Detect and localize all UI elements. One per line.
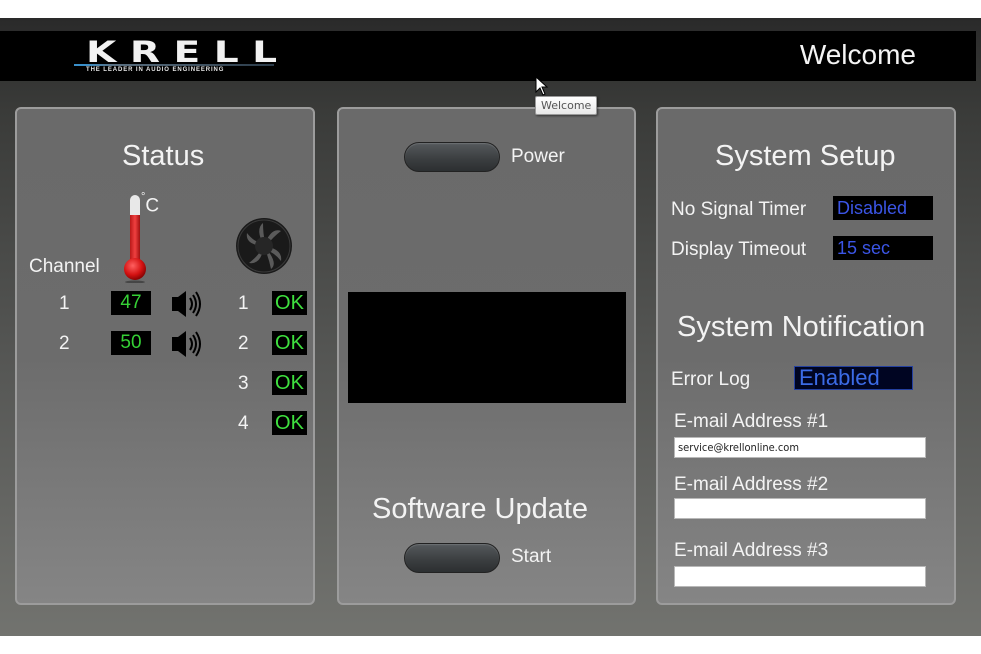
mouse-cursor-icon <box>535 76 549 96</box>
power-label: Power <box>511 146 565 167</box>
fan-status: OK <box>272 291 307 315</box>
email-2-label: E-mail Address #2 <box>674 474 829 495</box>
temperature-unit: °C <box>141 191 160 217</box>
channel-number: 2 <box>59 333 70 354</box>
email-1-input[interactable] <box>674 437 926 458</box>
no-signal-timer-select[interactable]: Disabled <box>833 196 933 220</box>
header-bar: KRELL THE LEADER IN AUDIO ENGINEERING We… <box>0 31 976 81</box>
system-setup-title: System Setup <box>715 140 896 172</box>
channel-number: 1 <box>59 293 70 314</box>
speaker-icon <box>172 291 201 317</box>
system-notification-title: System Notification <box>677 311 926 343</box>
page-title: Welcome <box>799 39 916 70</box>
control-panel: Power Software Update Start <box>337 107 636 605</box>
display-timeout-label: Display Timeout <box>671 239 807 260</box>
system-panel: System Setup No Signal Timer Disabled Di… <box>656 107 956 605</box>
status-title: Status <box>122 140 205 172</box>
error-log-select[interactable]: Enabled <box>794 366 913 390</box>
fan-number: 2 <box>238 333 249 354</box>
software-update-title: Software Update <box>372 493 589 525</box>
email-3-label: E-mail Address #3 <box>674 540 829 561</box>
power-button[interactable] <box>404 142 500 172</box>
fan-number: 3 <box>238 373 249 394</box>
start-label: Start <box>511 546 552 567</box>
channel-temperature: 50 <box>111 331 151 355</box>
tooltip: Welcome <box>535 96 598 115</box>
channel-label: Channel <box>29 256 100 277</box>
app-window: KRELL THE LEADER IN AUDIO ENGINEERING We… <box>0 18 981 636</box>
logo-wordmark: KRELL <box>86 35 291 69</box>
fan-status: OK <box>272 411 307 435</box>
fan-number: 4 <box>238 413 249 434</box>
fan-status: OK <box>272 371 307 395</box>
no-signal-timer-label: No Signal Timer <box>671 199 807 220</box>
email-1-label: E-mail Address #1 <box>674 411 829 432</box>
front-panel-display <box>348 292 626 403</box>
error-log-label: Error Log <box>671 369 751 390</box>
fan-status: OK <box>272 331 307 355</box>
display-timeout-select[interactable]: 15 sec <box>833 236 933 260</box>
fan-number: 1 <box>238 293 249 314</box>
software-update-start-button[interactable] <box>404 543 500 573</box>
email-2-input[interactable] <box>674 498 926 519</box>
status-panel: Status °C Channel 1 47 2 50 1 OK 2 OK 3 … <box>15 107 315 605</box>
channel-temperature: 47 <box>111 291 151 315</box>
email-3-input[interactable] <box>674 566 926 587</box>
speaker-icon <box>172 331 201 357</box>
logo-tagline: THE LEADER IN AUDIO ENGINEERING <box>86 67 225 73</box>
fan-icon <box>236 218 292 274</box>
logo-underline <box>74 64 274 66</box>
krell-logo: KRELL THE LEADER IN AUDIO ENGINEERING <box>74 37 279 75</box>
